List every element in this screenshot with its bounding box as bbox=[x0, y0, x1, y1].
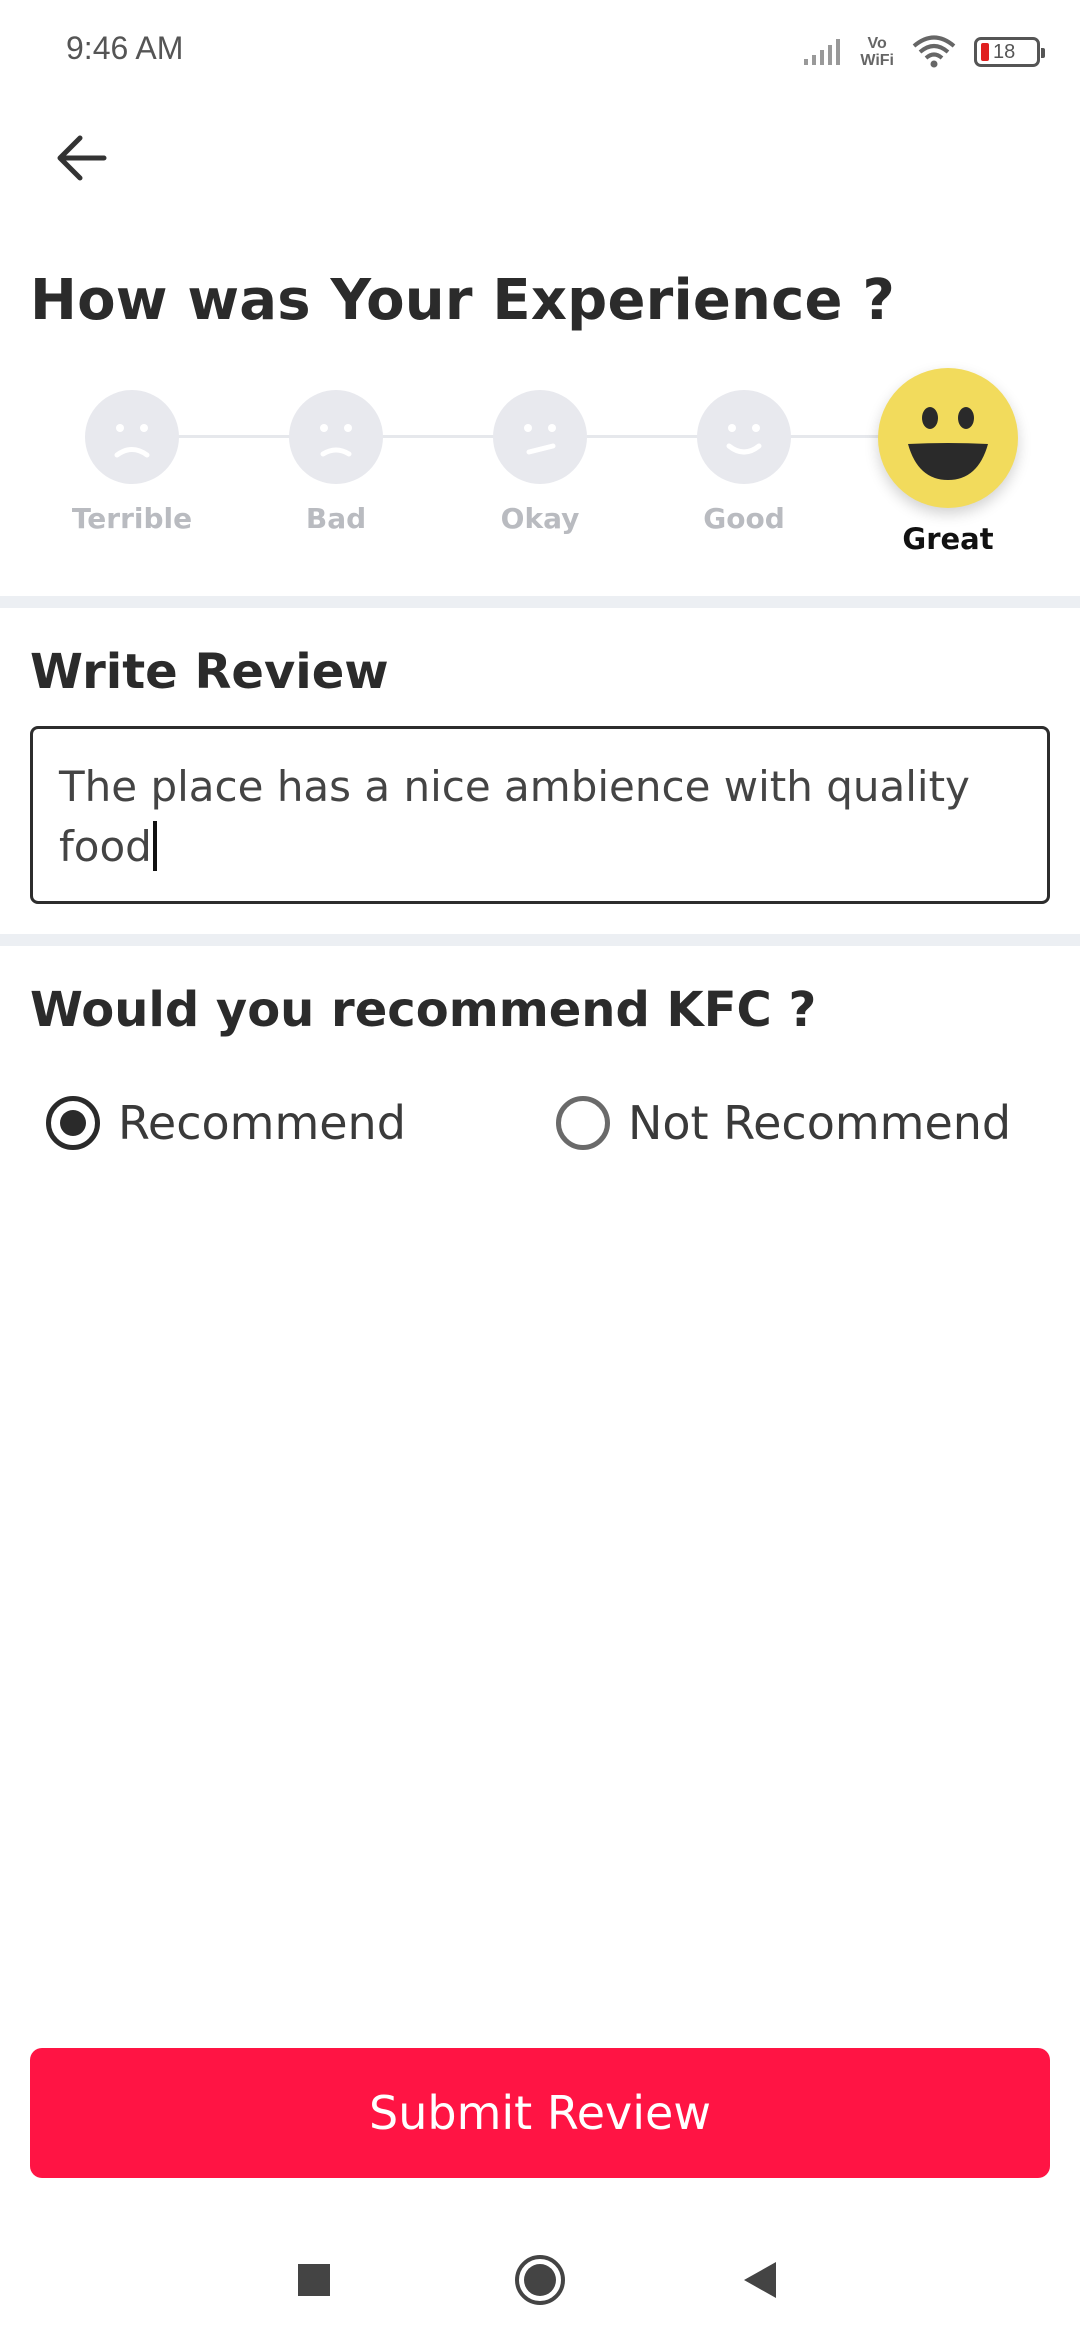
recommend-question: Would you recommend KFC ? bbox=[30, 982, 817, 1038]
face-good-icon bbox=[697, 390, 791, 484]
home-button[interactable] bbox=[504, 2244, 576, 2316]
rating-label: Bad bbox=[305, 502, 367, 535]
wifi-icon bbox=[912, 35, 956, 69]
face-bad-icon bbox=[289, 390, 383, 484]
recents-button[interactable] bbox=[278, 2244, 350, 2316]
rating-label: Good bbox=[703, 502, 785, 535]
home-circle-icon bbox=[515, 2255, 565, 2305]
status-bar: 9:46 AM Vo WiFi 18 bbox=[0, 0, 1080, 100]
rating-option-bad[interactable]: Bad bbox=[256, 390, 416, 540]
submit-review-button[interactable]: Submit Review bbox=[30, 2048, 1050, 2178]
section-divider bbox=[0, 596, 1080, 608]
rating-option-good[interactable]: Good bbox=[664, 390, 824, 540]
battery-icon: 18 bbox=[974, 37, 1045, 67]
nav-back-button[interactable] bbox=[724, 2244, 796, 2316]
radio-label: Not Recommend bbox=[628, 1096, 1012, 1150]
face-terrible-icon bbox=[85, 390, 179, 484]
recents-square-icon bbox=[298, 2264, 330, 2296]
rating-label: Okay bbox=[500, 502, 580, 535]
review-text-value: The place has a nice ambience with quali… bbox=[59, 762, 970, 871]
face-okay-icon bbox=[493, 390, 587, 484]
status-time: 9:46 AM bbox=[66, 30, 184, 66]
rating-label: Terrible bbox=[71, 502, 193, 535]
vowifi-icon: Vo WiFi bbox=[860, 35, 894, 69]
face-great-icon bbox=[878, 368, 1018, 508]
radio-unchecked-icon bbox=[556, 1096, 610, 1150]
radio-label: Recommend bbox=[118, 1096, 406, 1150]
radio-option-recommend[interactable]: Recommend bbox=[46, 1088, 406, 1158]
radio-checked-icon bbox=[46, 1096, 100, 1150]
arrow-left-icon bbox=[57, 135, 107, 181]
back-button[interactable] bbox=[40, 118, 120, 198]
rating-option-terrible[interactable]: Terrible bbox=[52, 390, 212, 540]
rating-option-okay[interactable]: Okay bbox=[460, 390, 620, 540]
radio-option-not-recommend[interactable]: Not Recommend bbox=[556, 1088, 1011, 1158]
battery-level: 18 bbox=[993, 40, 1016, 63]
experience-heading: How was Your Experience ? bbox=[30, 268, 896, 333]
status-icons: Vo WiFi 18 bbox=[802, 30, 1045, 74]
text-caret bbox=[152, 821, 157, 871]
rating-label: Great bbox=[902, 522, 994, 556]
rating-option-great[interactable]: Great bbox=[868, 368, 1028, 560]
review-text-field[interactable]: The place has a nice ambience with quali… bbox=[30, 726, 1050, 904]
experience-rating: Terrible Bad Okay Good Great bbox=[0, 368, 1080, 570]
system-nav-bar bbox=[0, 2220, 1080, 2340]
back-triangle-icon bbox=[744, 2262, 776, 2298]
write-review-title: Write Review bbox=[30, 644, 389, 700]
signal-icon bbox=[802, 37, 842, 67]
section-divider bbox=[0, 934, 1080, 946]
battery-fill bbox=[981, 43, 989, 61]
